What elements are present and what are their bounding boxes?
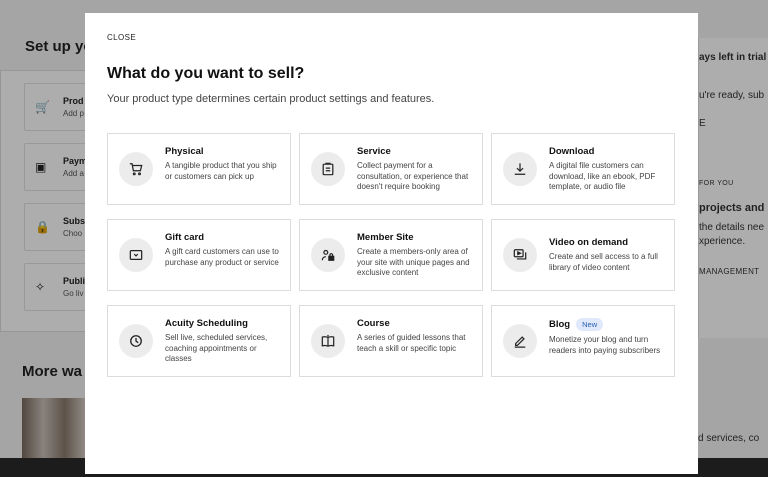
clock-icon — [119, 324, 153, 358]
option-desc: A digital file customers can download, l… — [549, 161, 656, 191]
option-desc: Create and sell access to a full library… — [549, 252, 658, 272]
download-icon — [503, 152, 537, 186]
modal-subtitle: Your product type determines certain pro… — [107, 93, 435, 105]
option-acuity-scheduling[interactable]: Acuity Scheduling Sell live, scheduled s… — [107, 305, 291, 377]
close-button[interactable]: CLOSE — [107, 33, 136, 42]
option-member-site[interactable]: Member Site Create a members-only area o… — [299, 219, 483, 291]
option-name: Course — [357, 318, 390, 329]
option-blog[interactable]: Blog New Monetize your blog and turn rea… — [491, 305, 675, 377]
option-desc: Create a members-only area of your site … — [357, 247, 470, 277]
option-physical[interactable]: Physical A tangible product that you shi… — [107, 133, 291, 205]
option-gift-card[interactable]: Gift card A gift card customers can use … — [107, 219, 291, 291]
option-desc: Collect payment for a consultation, or e… — [357, 161, 469, 191]
option-service[interactable]: Service Collect payment for a consultati… — [299, 133, 483, 205]
member-lock-icon — [311, 238, 345, 272]
option-name: Gift card — [165, 232, 205, 243]
cart-icon — [119, 152, 153, 186]
option-name: Download — [549, 146, 595, 157]
option-desc: A tangible product that you ship or cust… — [165, 161, 277, 181]
video-library-icon — [503, 238, 537, 272]
option-name: Acuity Scheduling — [165, 318, 248, 329]
option-name: Video on demand — [549, 237, 629, 248]
clipboard-icon — [311, 152, 345, 186]
product-type-grid: Physical A tangible product that you shi… — [107, 133, 677, 377]
option-name: Service — [357, 146, 391, 157]
option-desc: Monetize your blog and turn readers into… — [549, 335, 661, 355]
option-desc: A series of guided lessons that teach a … — [357, 333, 466, 353]
modal-title: What do you want to sell? — [107, 65, 305, 82]
option-desc: A gift card customers can use to purchas… — [165, 247, 279, 267]
option-download[interactable]: Download A digital file customers can do… — [491, 133, 675, 205]
option-video-on-demand[interactable]: Video on demand Create and sell access t… — [491, 219, 675, 291]
edit-icon — [503, 324, 537, 358]
option-name-row: Blog New — [549, 318, 669, 331]
product-type-modal: CLOSE What do you want to sell? Your pro… — [85, 13, 698, 474]
option-name: Blog — [549, 319, 571, 330]
gift-card-icon — [119, 238, 153, 272]
book-icon — [311, 324, 345, 358]
option-name: Physical — [165, 146, 204, 157]
option-course[interactable]: Course A series of guided lessons that t… — [299, 305, 483, 377]
option-desc: Sell live, scheduled services, coaching … — [165, 333, 268, 363]
option-name: Member Site — [357, 232, 414, 243]
new-badge: New — [576, 318, 604, 331]
